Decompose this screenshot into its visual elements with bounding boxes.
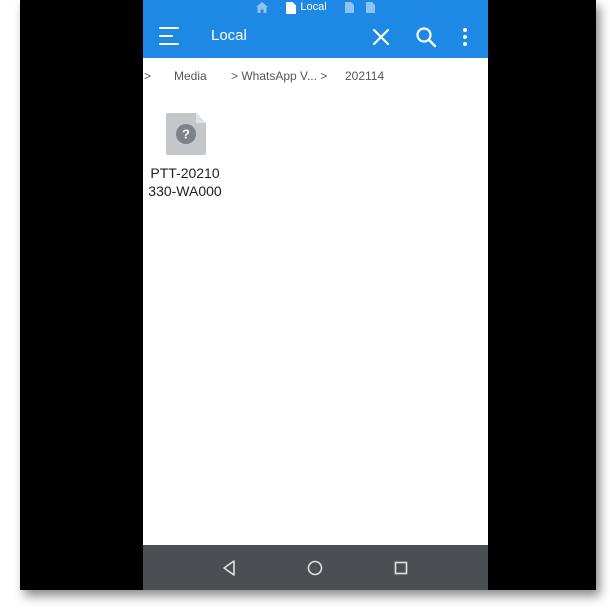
home-icon xyxy=(256,2,269,13)
close-button[interactable] xyxy=(369,25,393,49)
back-icon xyxy=(223,560,235,576)
search-button[interactable] xyxy=(414,25,438,49)
home-button[interactable] xyxy=(304,557,326,579)
svg-text:?: ? xyxy=(182,127,190,142)
breadcrumb-item-current[interactable]: 202114 xyxy=(345,69,384,83)
document-icon xyxy=(344,2,354,13)
breadcrumb-separator: > xyxy=(144,69,152,83)
tab-document-2[interactable] xyxy=(339,0,360,15)
document-icon xyxy=(365,2,375,13)
system-nav-bar xyxy=(143,545,488,590)
breadcrumb: > Media > WhatsApp V... > 202114 xyxy=(143,58,488,94)
page-title: Local xyxy=(211,27,247,44)
app-bar: Local xyxy=(143,15,488,58)
tab-local[interactable]: Local xyxy=(280,0,332,15)
breadcrumb-item-media[interactable]: Media xyxy=(174,69,207,83)
close-icon xyxy=(372,28,390,46)
file-item[interactable]: ? PTT-20210 330-WA000 xyxy=(143,104,231,204)
search-icon xyxy=(416,27,437,48)
phone-screen: Local Local > Media > WhatsApp V... > 20… xyxy=(143,0,488,590)
file-name-line-2: 330-WA000 xyxy=(148,183,222,199)
document-icon xyxy=(286,1,297,14)
recents-icon xyxy=(394,561,408,575)
more-vert-icon xyxy=(463,28,467,46)
window-tabs: Local xyxy=(143,0,488,15)
tab-local-label: Local xyxy=(300,1,327,13)
recents-button[interactable] xyxy=(390,557,412,579)
tab-document-3[interactable] xyxy=(360,0,381,15)
unknown-file-icon: ? xyxy=(166,113,206,155)
file-name: PTT-20210 330-WA000 xyxy=(143,164,227,200)
file-name-line-1: PTT-20210 xyxy=(150,165,220,181)
home-circle-icon xyxy=(307,560,323,576)
back-button[interactable] xyxy=(218,557,240,579)
breadcrumb-item-whatsapp[interactable]: > WhatsApp V... > xyxy=(231,69,327,83)
menu-button[interactable] xyxy=(159,27,179,45)
more-options-button[interactable] xyxy=(453,25,477,49)
tab-home[interactable] xyxy=(250,0,274,15)
